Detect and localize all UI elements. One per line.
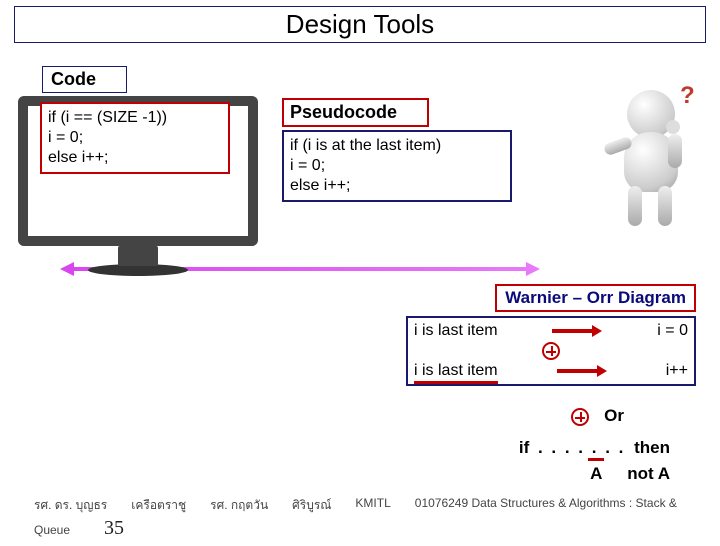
legend-then-text: then <box>634 438 670 457</box>
page-number: 35 <box>104 517 124 540</box>
arrow-right-icon <box>552 325 602 337</box>
legend-a-symbol: A <box>590 464 602 484</box>
legend-not-a: A not A <box>590 464 670 484</box>
thinking-figure-icon: ? <box>592 90 712 240</box>
arrow-right-icon <box>557 365 607 377</box>
footer-course: 01076249 Data Structures & Algorithms : … <box>415 496 677 515</box>
xor-icon <box>571 408 589 426</box>
wb-row2-left: i is last item <box>414 362 498 380</box>
footer-author2b: ศิริบูรณ์ <box>292 496 331 515</box>
legend-if-text: if <box>519 438 529 457</box>
footer-inst: KMITL <box>355 496 390 515</box>
legend-not-a-text: not A <box>627 464 670 483</box>
pseudocode-label: Pseudocode <box>282 98 429 127</box>
slide-footer: รศ. ดร. บุญธร เครือตราชู รศ. กฤตวัน ศิริ… <box>0 496 720 540</box>
slide-title: Design Tools <box>14 6 706 43</box>
footer-author2: รศ. กฤตวัน <box>210 496 268 515</box>
legend-dots: . . . . . . . <box>538 438 625 457</box>
code-box: if (i == (SIZE -1)) i = 0; else i++; <box>40 102 230 174</box>
footer-queue: Queue <box>34 523 70 537</box>
footer-author1b: เครือตราชู <box>131 496 186 515</box>
warnier-orr-box: i is last item i = 0 i is last item i++ <box>406 316 696 386</box>
warnier-orr-label: Warnier – Orr Diagram <box>495 284 696 312</box>
footer-author1: รศ. ดร. บุญธร <box>34 496 107 515</box>
legend-if-then: if . . . . . . . then <box>519 438 670 458</box>
wb-row2-right: i++ <box>666 362 688 380</box>
pseudocode-box: if (i is at the last item) i = 0; else i… <box>282 130 512 202</box>
legend-or: Or <box>571 406 624 426</box>
legend-or-text: Or <box>604 406 624 425</box>
wb-row1-right: i = 0 <box>657 322 688 340</box>
wb-row1-left: i is last item <box>414 322 498 340</box>
code-section-label: Code <box>42 66 127 93</box>
xor-icon <box>542 342 560 360</box>
